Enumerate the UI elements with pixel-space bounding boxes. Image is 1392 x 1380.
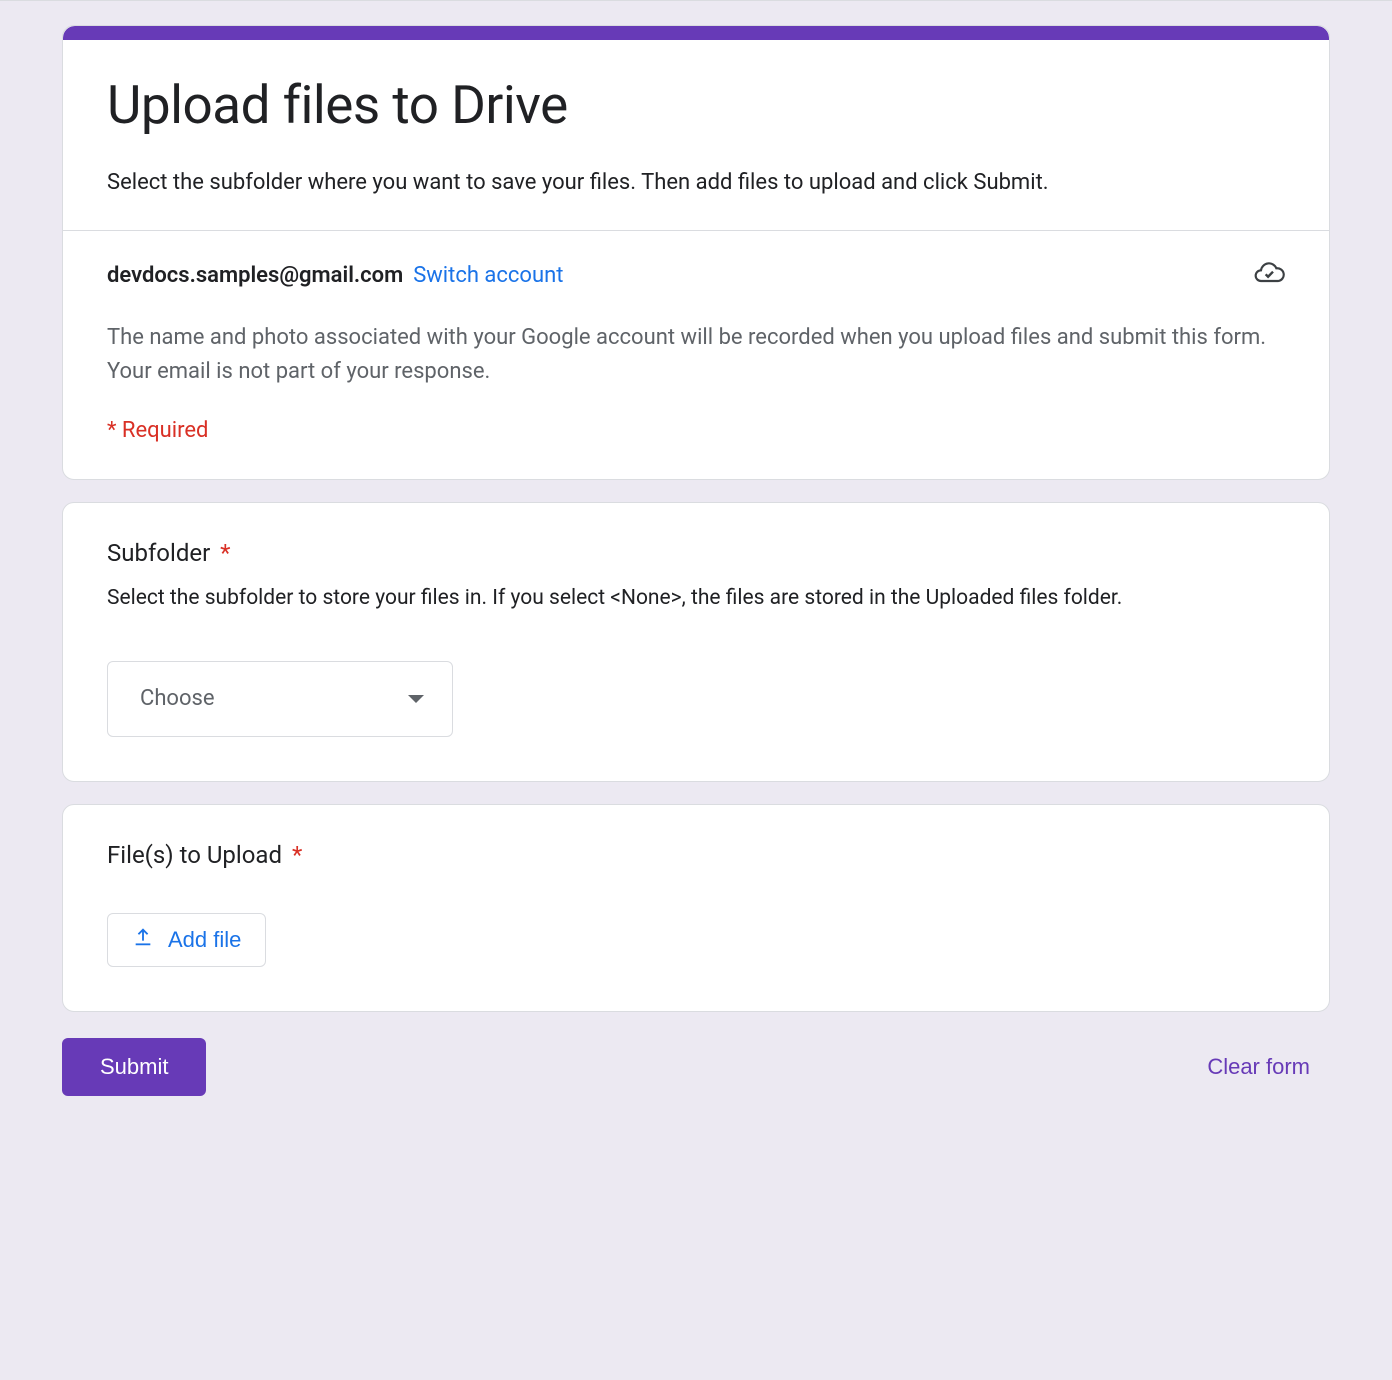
- subfolder-label: Subfolder *: [107, 539, 1285, 567]
- subfolder-label-text: Subfolder: [107, 539, 210, 567]
- header-card: Upload files to Drive Select the subfold…: [62, 25, 1330, 480]
- dropdown-value: Choose: [140, 686, 215, 711]
- form-container: Upload files to Drive Select the subfold…: [62, 3, 1330, 1096]
- cloud-done-icon: [1253, 257, 1285, 293]
- switch-account-link[interactable]: Switch account: [413, 263, 563, 288]
- form-description: Select the subfolder where you want to s…: [107, 166, 1285, 200]
- subfolder-card: Subfolder * Select the subfolder to stor…: [62, 502, 1330, 782]
- form-title: Upload files to Drive: [107, 72, 1285, 138]
- clear-form-button[interactable]: Clear form: [1187, 1042, 1330, 1092]
- chevron-down-icon: [408, 695, 424, 703]
- upload-card: File(s) to Upload * Add file: [62, 804, 1330, 1012]
- account-row: devdocs.samples@gmail.com Switch account: [107, 257, 1285, 293]
- required-asterisk: *: [292, 841, 302, 869]
- account-notice: The name and photo associated with your …: [107, 321, 1285, 389]
- account-section: devdocs.samples@gmail.com Switch account…: [63, 231, 1329, 478]
- account-left: devdocs.samples@gmail.com Switch account: [107, 263, 563, 288]
- upload-label-text: File(s) to Upload: [107, 841, 282, 869]
- required-label: * Required: [107, 418, 1285, 443]
- add-file-button[interactable]: Add file: [107, 913, 266, 967]
- upload-label: File(s) to Upload *: [107, 841, 1285, 869]
- form-footer: Submit Clear form: [62, 1034, 1330, 1096]
- subfolder-description: Select the subfolder to store your files…: [107, 583, 1285, 613]
- submit-button[interactable]: Submit: [62, 1038, 206, 1096]
- header-section: Upload files to Drive Select the subfold…: [63, 40, 1329, 230]
- subfolder-dropdown[interactable]: Choose: [107, 661, 453, 737]
- add-file-label: Add file: [168, 927, 241, 953]
- accent-bar: [63, 26, 1329, 40]
- account-email: devdocs.samples@gmail.com: [107, 263, 403, 288]
- required-asterisk: *: [220, 539, 230, 567]
- upload-arrow-icon: [132, 926, 154, 954]
